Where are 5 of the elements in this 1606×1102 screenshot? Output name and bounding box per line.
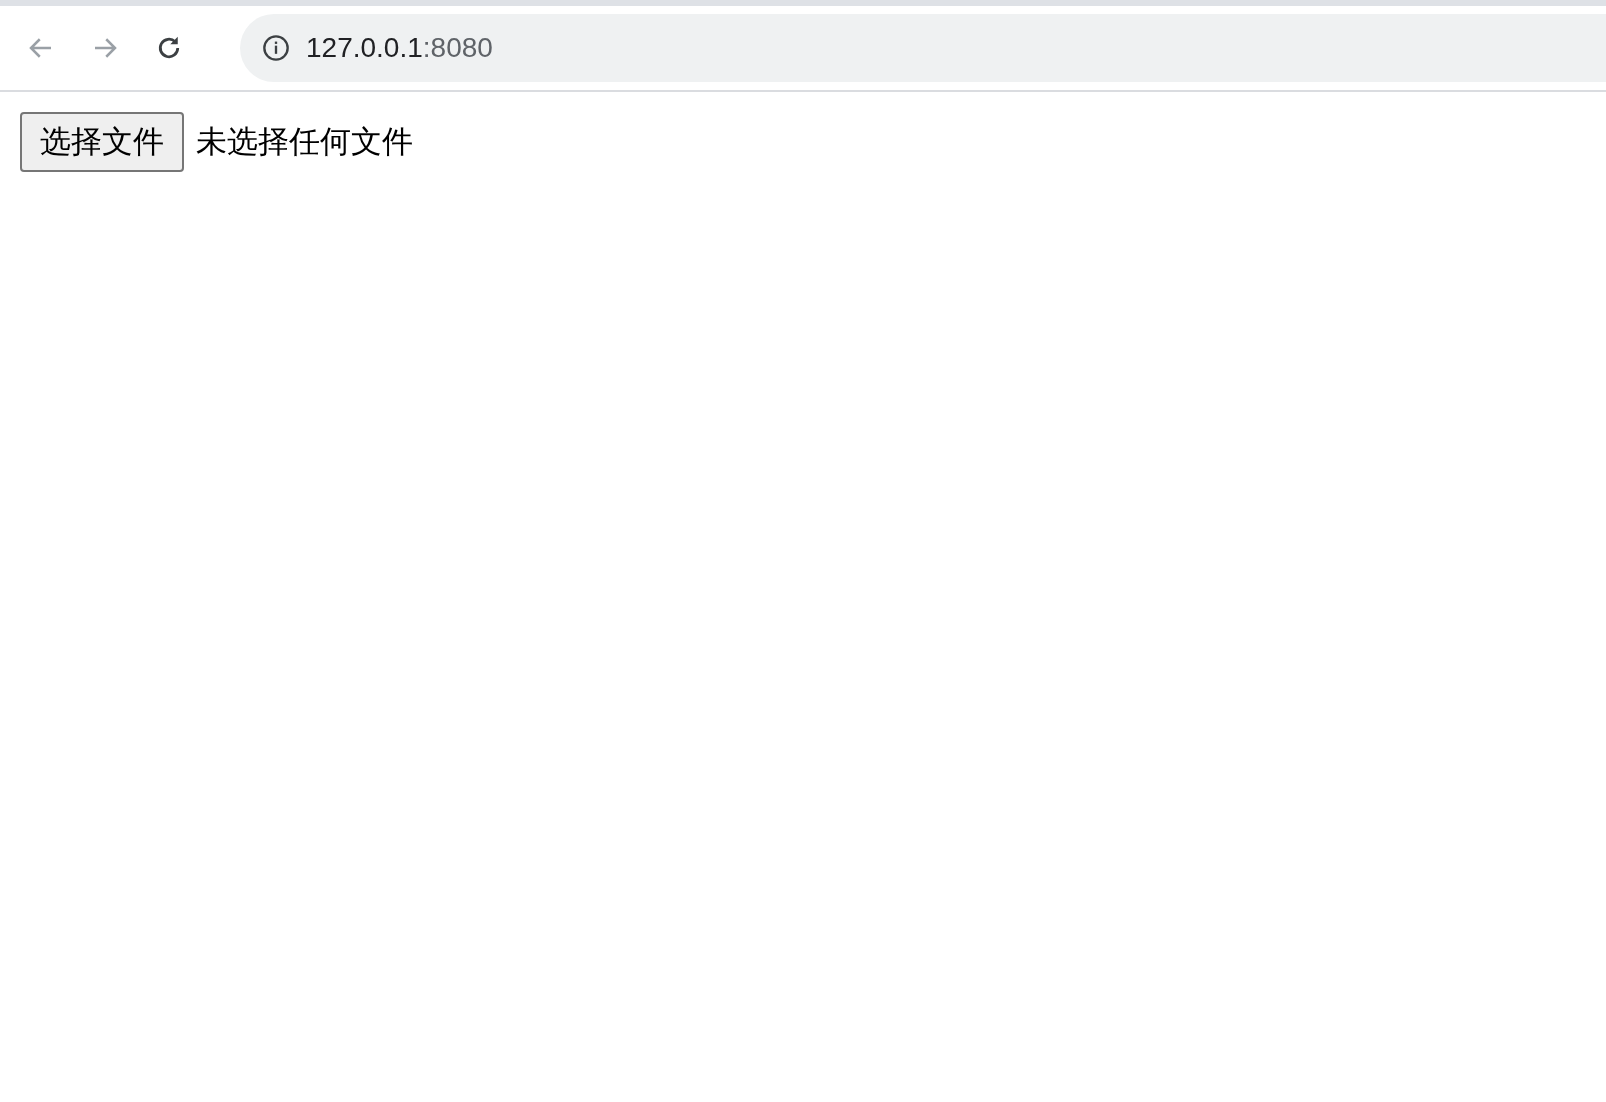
choose-file-button[interactable]: 选择文件 bbox=[20, 112, 184, 172]
url-text: 127.0.0.1:8080 bbox=[306, 32, 493, 64]
file-status-text: 未选择任何文件 bbox=[196, 123, 413, 161]
info-icon[interactable] bbox=[262, 34, 290, 62]
address-bar[interactable]: 127.0.0.1:8080 bbox=[240, 14, 1606, 82]
